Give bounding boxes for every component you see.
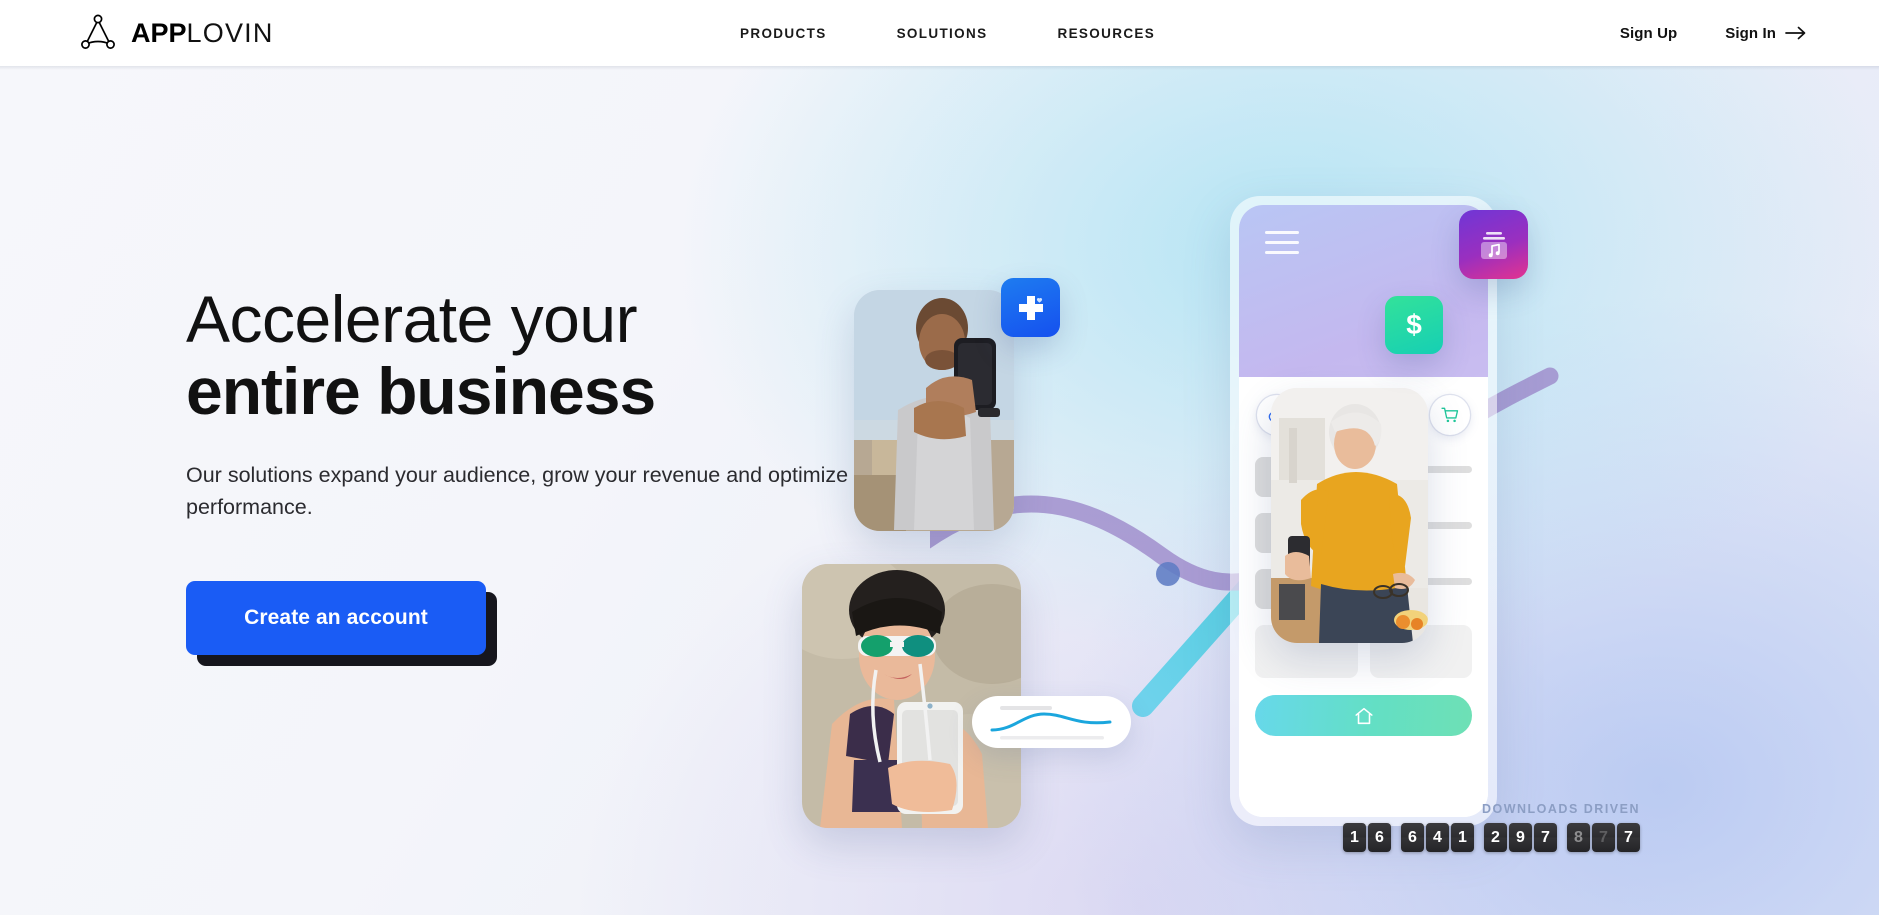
sign-up-link[interactable]: Sign Up [1620,25,1677,42]
photo-woman-in-kitchen-image [1271,388,1428,643]
counter-digit: 8 [1567,823,1590,852]
downloads-counter-digits: 1 6 6 4 1 2 9 7 8 7 7 [1340,823,1640,852]
downloads-counter-label: DOWNLOADS DRIVEN [1481,802,1640,816]
counter-digit: 7 [1534,823,1557,852]
counter-digit: 7 [1592,823,1615,852]
sign-in-label: Sign In [1725,24,1776,42]
applovin-triangle-logo-icon [81,14,115,49]
shopping-cart-icon [1441,407,1459,423]
dollar-finance-app-icon[interactable]: $ [1385,296,1443,354]
plus-heart-icon [1018,295,1043,320]
photo-woman-at-beach-image [802,564,1021,828]
downloads-counter: DOWNLOADS DRIVEN 1 6 6 4 1 2 9 7 8 7 7 [1340,802,1640,852]
photo-man-with-phone [854,290,1014,531]
counter-digit: 9 [1509,823,1532,852]
cta-wrapper: Create an account [186,580,497,666]
counter-digit: 1 [1451,823,1474,852]
logo-text-bold: APP [131,17,187,48]
logo-wordmark: APPLOVIN [131,17,274,48]
counter-digit: 4 [1426,823,1449,852]
counter-digit: 1 [1343,823,1366,852]
site-header: APPLOVIN PRODUCTS SOLUTIONS RESOURCES Si… [0,0,1879,66]
medical-plus-app-icon[interactable] [1001,278,1060,337]
hero-subheadline: Our solutions expand your audience, grow… [186,462,896,520]
sparkline-chart [990,706,1111,740]
auth-navigation: Sign Up Sign In [1620,0,1807,66]
headline-line-1: Accelerate your [186,282,638,356]
digit-group-billions: 1 6 [1343,823,1391,852]
headline-line-2: entire business [186,353,656,428]
main-navigation: PRODUCTS SOLUTIONS RESOURCES [740,0,1155,66]
counter-digit: 6 [1368,823,1391,852]
counter-digit: 7 [1617,823,1640,852]
hamburger-menu-icon[interactable] [1265,231,1299,261]
category-chip-shopping[interactable] [1429,395,1470,435]
digit-group-units: 8 7 7 [1567,823,1640,852]
phone-header-area [1239,205,1488,377]
create-account-button[interactable]: Create an account [186,580,486,655]
analytics-sparkline-card [972,696,1131,748]
phone-home-button[interactable] [1255,695,1472,736]
counter-digit: 6 [1401,823,1424,852]
page-title: Accelerate your entire business [186,284,946,429]
logo-text-light: LOVIN [186,17,274,48]
nav-item-solutions[interactable]: SOLUTIONS [897,26,988,41]
photo-man-with-phone-image [854,290,1014,531]
digit-group-thousands: 2 9 7 [1484,823,1557,852]
home-icon [1354,707,1373,724]
dollar-sign-icon: $ [1406,309,1422,340]
digit-group-millions: 6 4 1 [1401,823,1474,852]
photo-woman-at-beach [802,564,1021,828]
nav-item-products[interactable]: PRODUCTS [740,26,827,41]
sign-in-link[interactable]: Sign In [1725,25,1807,42]
music-playlist-app-icon[interactable] [1459,210,1528,279]
nav-item-resources[interactable]: RESOURCES [1057,26,1155,41]
arrow-right-icon [1785,26,1806,40]
svg-text:$: $ [1406,309,1422,340]
applovin-logo[interactable]: APPLOVIN [76,13,274,53]
hero-section: Accelerate your entire business Our solu… [0,66,1879,915]
counter-digit: 2 [1484,823,1507,852]
photo-woman-in-kitchen [1271,388,1428,643]
header-shadow [0,66,1879,70]
playlist-card-icon [1480,231,1507,259]
hero-illustration: $ DOWNLOADS DRIVEN 1 6 6 4 1 2 9 7 8 7 7 [802,106,1879,915]
